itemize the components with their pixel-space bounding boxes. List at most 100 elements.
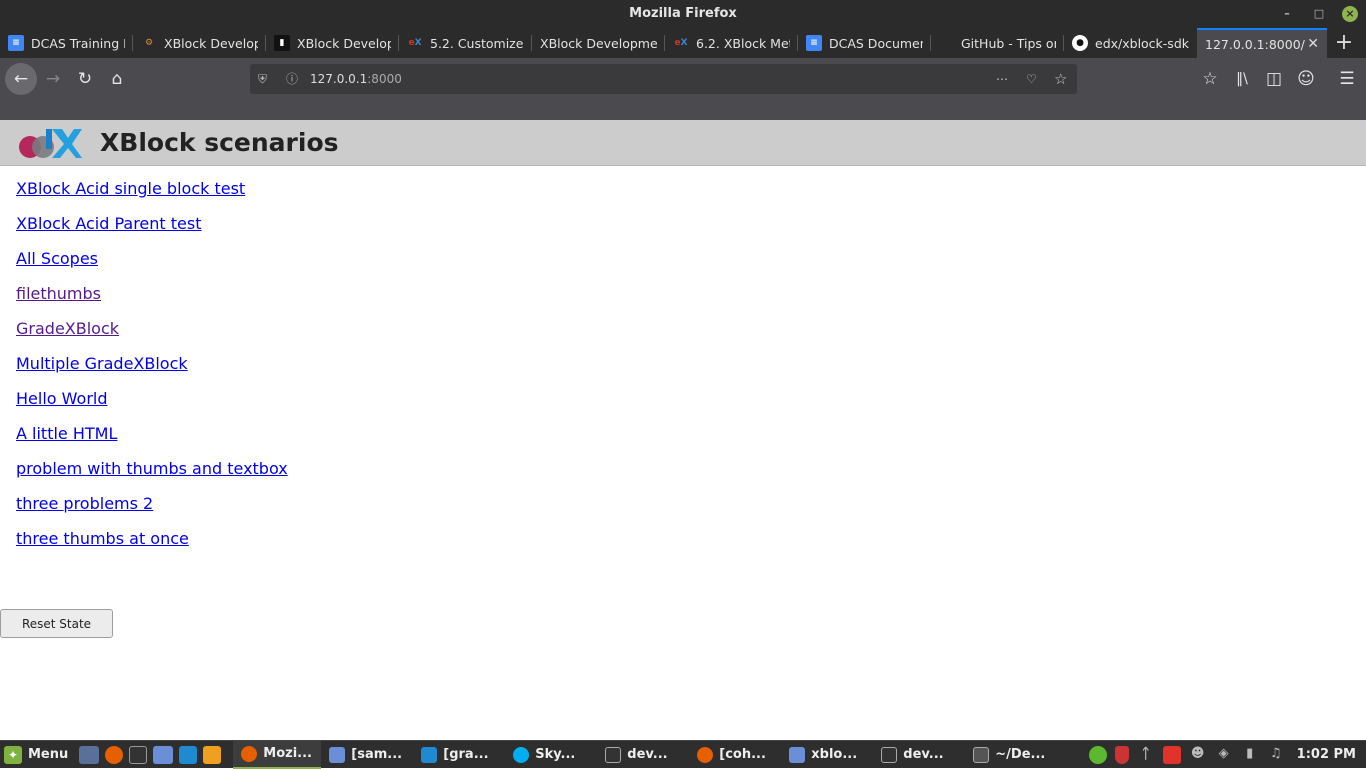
taskbar-app-label: Mozi... <box>263 746 312 761</box>
scenario-link[interactable]: three problems 2 <box>16 493 288 528</box>
page-actions-icon[interactable]: ⋯ <box>996 64 1008 94</box>
new-tab-button[interactable]: + <box>1327 28 1361 58</box>
firefox-launcher-icon[interactable] <box>105 745 124 764</box>
taskbar-app-files[interactable]: [sam... <box>321 741 413 769</box>
home-icon[interactable]: ⌂ <box>104 66 130 92</box>
taskbar-app-vscode[interactable]: [gra... <box>413 741 505 769</box>
hamburger-menu-icon[interactable]: ☰ <box>1334 66 1360 92</box>
forward-arrow-icon[interactable]: → <box>40 66 66 92</box>
folder-icon <box>329 746 346 763</box>
downloads-icon[interactable]: ☆ <box>1197 66 1223 92</box>
close-tab-icon[interactable]: ✕ <box>1307 36 1319 52</box>
taskbar-app-terminal-2[interactable]: dev... <box>873 741 965 769</box>
edx-icon: eX <box>408 38 422 48</box>
taskbar-app-skype[interactable]: Sky... <box>505 741 597 769</box>
scenario-link[interactable]: A little HTML <box>16 423 288 458</box>
battery-icon[interactable]: ▮ <box>1241 746 1259 764</box>
anydesk-icon[interactable] <box>1162 745 1181 764</box>
tab-xblock-sdk[interactable]: ● edx/xblock-sdk: <box>1064 28 1197 58</box>
scenario-link[interactable]: problem with thumbs and textbox <box>16 458 288 493</box>
tab-strip: ≡ DCAS Training P ⚙ XBlock Developr ▮ XB… <box>0 28 1366 58</box>
bookmark-star-icon[interactable]: ☆ <box>1054 64 1067 94</box>
show-desktop-icon[interactable] <box>79 745 100 764</box>
tab-dcas-training[interactable]: ≡ DCAS Training P <box>0 28 133 58</box>
bluetooth-icon[interactable]: ᛏ <box>1137 746 1155 764</box>
tab-xblock-developer-2[interactable]: ▮ XBlock Develop <box>266 28 399 58</box>
scenario-link[interactable]: All Scopes <box>16 248 288 283</box>
terminal-launcher-icon[interactable] <box>129 745 148 764</box>
taskbar-app-label: [gra... <box>443 747 489 762</box>
scenario-link[interactable]: filethumbs <box>16 283 288 318</box>
account-icon[interactable]: ☺ <box>1293 66 1319 92</box>
reset-state-button[interactable]: Reset State <box>0 609 113 638</box>
tab-localhost-active[interactable]: 127.0.0.1:8000/ ✕ <box>1197 28 1327 58</box>
window-titlebar: Mozilla Firefox – □ × <box>0 0 1366 28</box>
scenario-link[interactable]: three thumbs at once <box>16 528 288 563</box>
sidebar-icon[interactable]: ◫ <box>1261 66 1287 92</box>
scenario-link[interactable]: GradeXBlock <box>16 318 288 353</box>
taskbar-app-label: ~/De... <box>995 747 1046 762</box>
shield-tray-icon[interactable] <box>1114 745 1129 764</box>
wifi-icon[interactable]: ◈ <box>1215 746 1233 764</box>
scenario-list: XBlock Acid single block test XBlock Aci… <box>16 178 288 563</box>
back-arrow-icon[interactable]: ← <box>5 63 37 95</box>
mint-logo-icon: ✦ <box>4 745 22 764</box>
update-manager-icon[interactable] <box>1088 745 1107 764</box>
page-header: e XBlock scenarios <box>0 120 1366 166</box>
window-title: Mozilla Firefox <box>629 6 737 21</box>
firefox-icon <box>241 745 258 762</box>
taskbar-app-firefox-2[interactable]: [coh... <box>689 741 781 769</box>
tab-xblock-development[interactable]: XBlock Developmen <box>532 28 665 58</box>
edx-logo: e <box>19 129 82 158</box>
tab-xblock-methods[interactable]: eX 6.2. XBlock Meth <box>665 28 798 58</box>
taskbar-app-label: dev... <box>627 747 668 762</box>
taskbar-app-label: xblo... <box>811 747 858 762</box>
files-launcher-icon[interactable] <box>153 745 174 764</box>
user-icon[interactable]: ☻ <box>1189 746 1207 764</box>
library-icon[interactable]: ‖\ <box>1229 66 1255 92</box>
scenario-link[interactable]: Multiple GradeXBlock <box>16 353 288 388</box>
url-host: 127.0.0.1 <box>310 72 368 86</box>
tab-label: 5.2. Customize n <box>430 35 524 51</box>
taskbar-app-terminal-3[interactable]: ~/De... <box>965 741 1057 769</box>
taskbar-app-label: [sam... <box>351 747 403 762</box>
terminal-icon <box>973 746 990 763</box>
tab-xblock-developer-1[interactable]: ⚙ XBlock Developr <box>133 28 266 58</box>
shield-icon[interactable]: ⛨ <box>258 64 267 94</box>
tab-label: GitHub - Tips on <box>961 35 1056 51</box>
tab-label: XBlock Developr <box>164 35 258 51</box>
maximize-button[interactable]: □ <box>1310 5 1328 23</box>
tab-dcas-document[interactable]: ≡ DCAS Document <box>798 28 931 58</box>
tab-label: DCAS Training P <box>31 35 125 51</box>
close-window-button[interactable]: × <box>1342 6 1358 22</box>
terminal-icon <box>605 746 622 763</box>
app-launcher-icon[interactable] <box>203 745 222 764</box>
reload-icon[interactable]: ↻ <box>72 66 98 92</box>
taskbar-app-label: [coh... <box>719 747 766 762</box>
tab-label: XBlock Develop <box>297 35 391 51</box>
taskbar-app-firefox[interactable]: Mozi... <box>233 740 322 769</box>
url-text[interactable]: 127.0.0.1:8000 <box>310 64 402 94</box>
volume-icon[interactable]: ♫ <box>1267 746 1285 764</box>
book-icon: ▮ <box>274 35 290 51</box>
github-icon: ● <box>1072 35 1088 51</box>
url-bar[interactable]: ⛨ ⓘ 127.0.0.1:8000 ⋯ ♡ ☆ <box>250 64 1077 94</box>
clock[interactable]: 1:02 PM <box>1297 747 1356 762</box>
toolbar-spacer <box>0 100 1366 120</box>
tab-label: 127.0.0.1:8000/ <box>1205 36 1305 52</box>
tab-customize[interactable]: eX 5.2. Customize n <box>399 28 532 58</box>
vscode-launcher-icon[interactable] <box>179 745 198 764</box>
start-menu-button[interactable]: ✦ Menu <box>0 745 76 764</box>
minimize-button[interactable]: – <box>1278 5 1296 23</box>
docs-icon: ≡ <box>806 35 822 51</box>
info-icon[interactable]: ⓘ <box>286 64 298 94</box>
scenario-link[interactable]: XBlock Acid single block test <box>16 178 288 213</box>
pocket-icon[interactable]: ♡ <box>1026 64 1037 94</box>
tab-github-tips[interactable]: GitHub - Tips on <box>931 28 1064 58</box>
scenario-link[interactable]: XBlock Acid Parent test <box>16 213 288 248</box>
taskbar-app-files-2[interactable]: xblo... <box>781 741 873 769</box>
folder-icon <box>789 746 806 763</box>
tab-label: edx/xblock-sdk: <box>1095 35 1189 51</box>
taskbar-app-terminal-1[interactable]: dev... <box>597 741 689 769</box>
scenario-link[interactable]: Hello World <box>16 388 288 423</box>
